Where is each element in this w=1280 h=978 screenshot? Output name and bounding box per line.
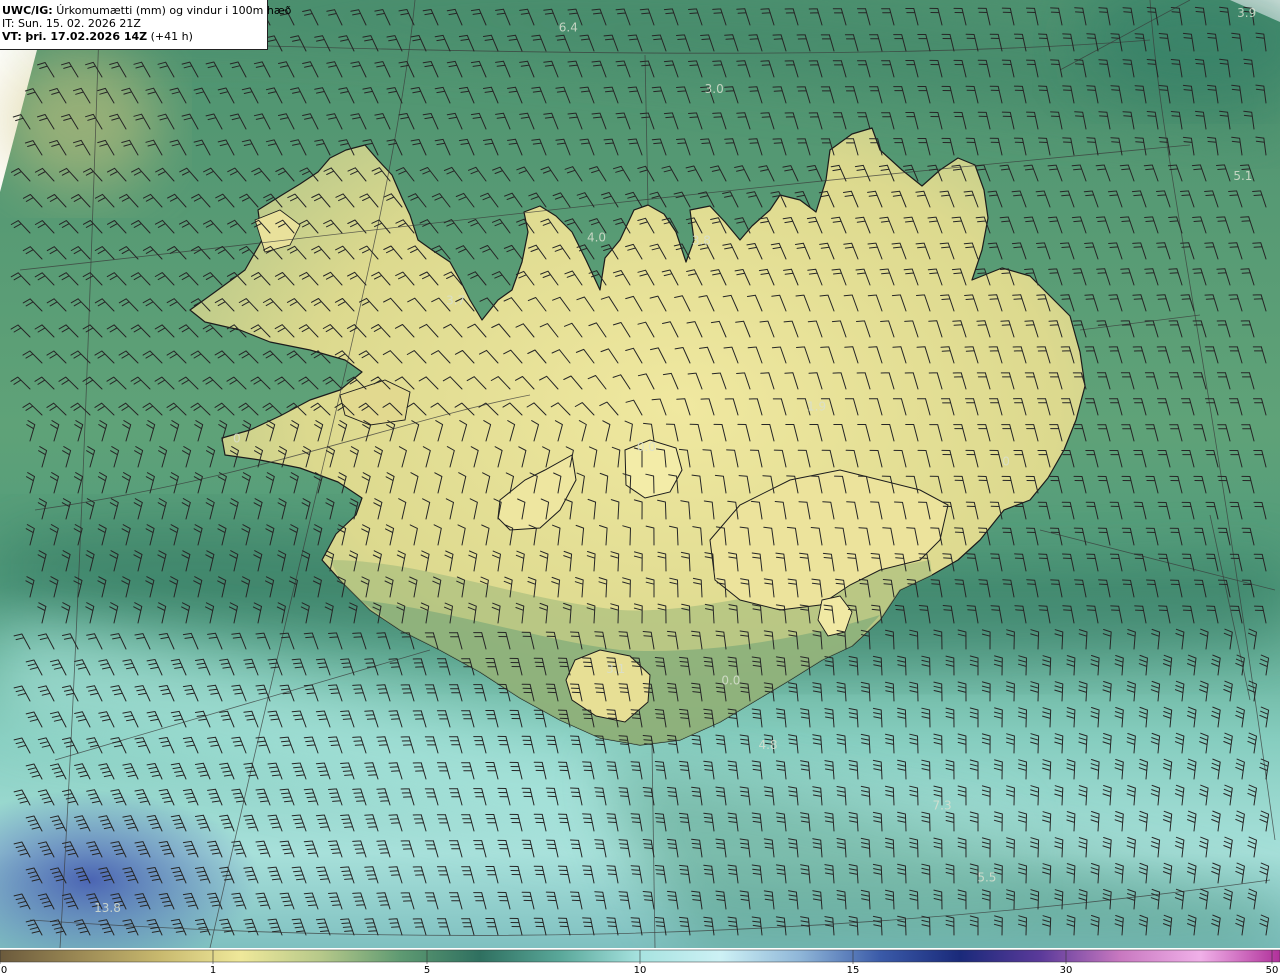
forecast-map[interactable]: 6.4 3.0 3.9 5.1 4.0 3.8 3.7 1.9 0.0 0 0 3.1 0.0 4.8 7.… <box>0 0 1280 948</box>
precip-colorbar: 0 1 5 10 15 30 50 <box>0 948 1280 978</box>
it-value: Sun. 15. 02. 2026 21Z <box>17 17 141 30</box>
map-value-label: 3.8 <box>692 234 711 248</box>
map-value-label: 3.1 <box>606 662 625 676</box>
colorbar-tick-label: 15 <box>846 965 860 976</box>
map-value-label: 6.4 <box>559 20 578 34</box>
map-value-label: 0 <box>233 432 241 446</box>
map-value-label: 0.0 <box>637 440 656 454</box>
colorbar-tick-label: 0 <box>0 965 8 976</box>
map-value-label: 5.1 <box>1233 169 1252 183</box>
map-value-label: 3.7 <box>446 293 465 307</box>
colorbar-tick-label: 5 <box>423 965 431 976</box>
colorbar-tick-label: 10 <box>633 965 647 976</box>
colorbar-tick-label: 30 <box>1059 965 1073 976</box>
map-value-label: 0 <box>1002 455 1010 469</box>
map-value-label: 3.9 <box>1237 6 1256 20</box>
model-name: UWC/IG: <box>2 4 53 17</box>
map-value-label: 3.0 <box>705 82 724 96</box>
map-value-label: 1.9 <box>807 400 826 414</box>
map-value-label: 4.8 <box>758 738 777 752</box>
map-value-label: 5.5 <box>977 871 996 885</box>
it-label: IT: <box>2 17 15 30</box>
initial-time-row: IT: Sun. 15. 02. 2026 21Z <box>2 17 267 30</box>
map-value-label: 0.0 <box>721 674 740 688</box>
colorbar-tick-label: 1 <box>209 965 217 976</box>
colorbar-tick-label: 50 <box>1265 965 1279 976</box>
map-value-label: 4.0 <box>587 231 606 245</box>
field-title: Úrkomumætti (mm) og vindur i 100m hæð <box>56 4 292 17</box>
vt-lead: (+41 h) <box>150 30 193 43</box>
colorbar-strip <box>0 949 1280 964</box>
map-value-label: 7.3 <box>933 799 952 813</box>
map-value-label: 13.8 <box>94 901 121 915</box>
vt-value: þri. 17.02.2026 14Z <box>25 30 148 43</box>
vt-label: VT: <box>2 30 22 43</box>
map-header: UWC/IG: Úrkomumætti (mm) og vindur i 100… <box>0 0 291 50</box>
header-title-row: UWC/IG: Úrkomumætti (mm) og vindur i 100… <box>2 4 291 17</box>
valid-time-row: VT: þri. 17.02.2026 14Z (+41 h) <box>2 30 267 43</box>
